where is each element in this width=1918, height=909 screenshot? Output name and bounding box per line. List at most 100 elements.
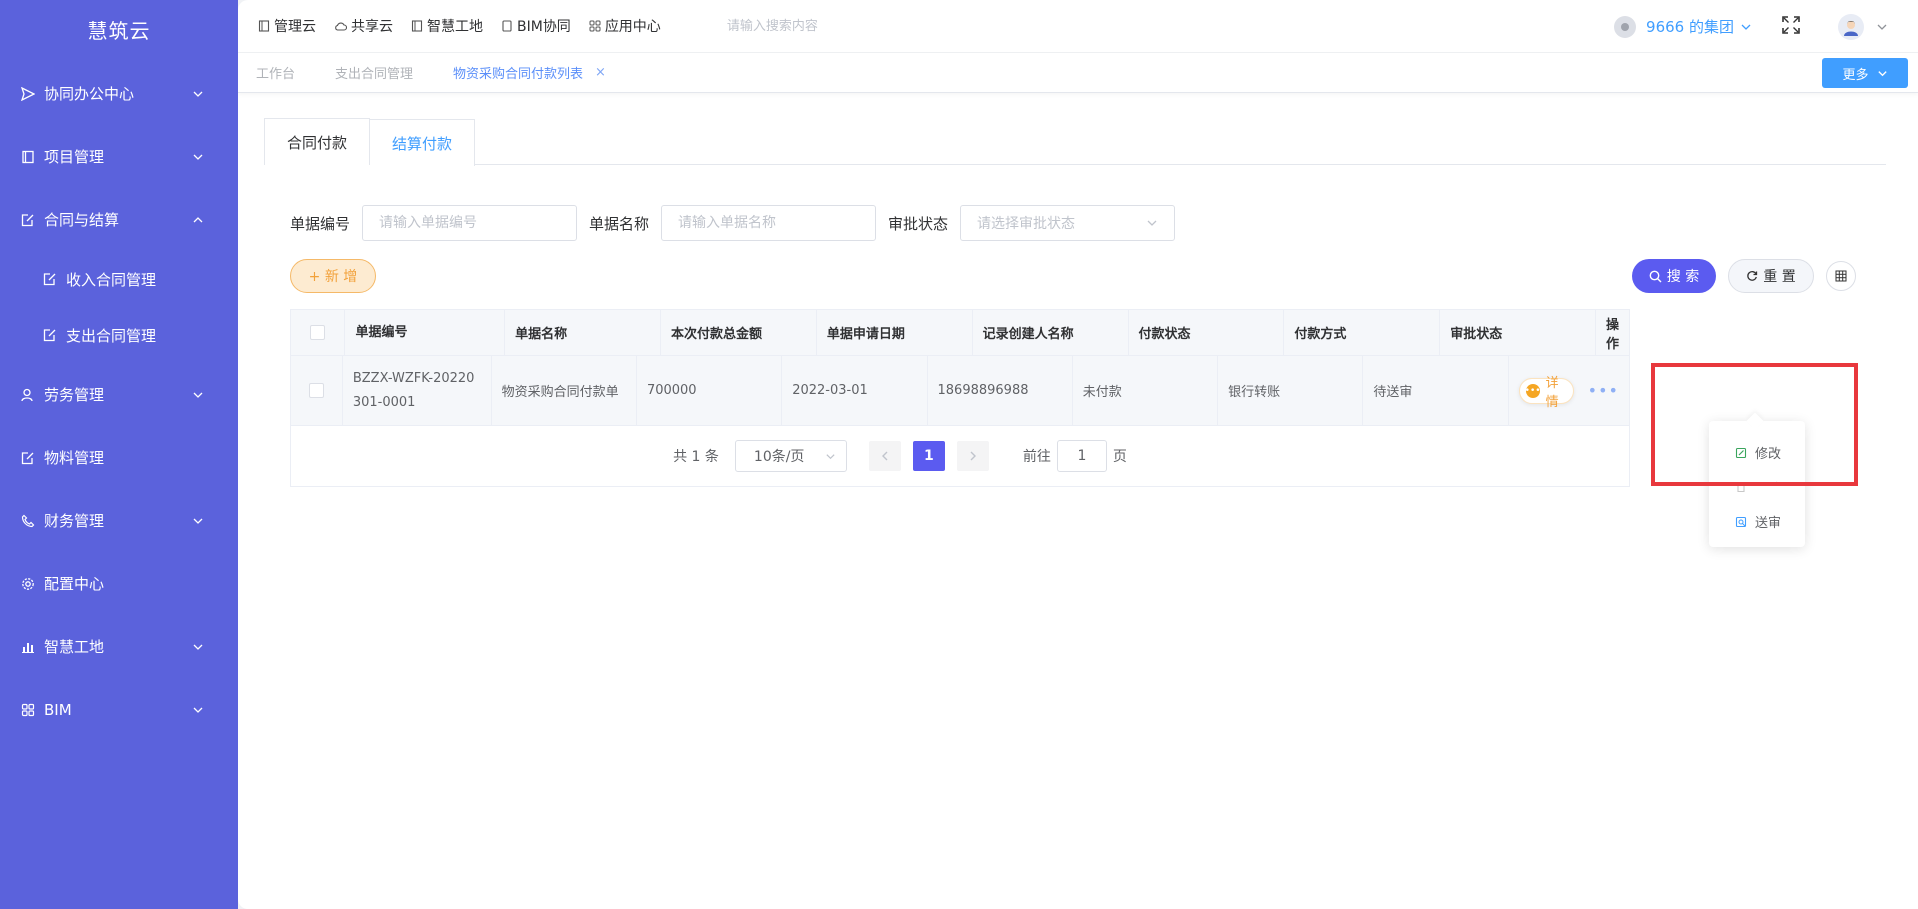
page-size-select[interactable]: 10条/页 [734, 440, 847, 472]
cell-doc-name: 物资采购合同付款单 [492, 356, 637, 425]
sidebar-item-label: 合同与结算 [44, 211, 120, 229]
cell-doc-no: BZZX-WZFK-20220301-0001 [343, 356, 492, 425]
header-cell: 付款状态 [1129, 310, 1285, 355]
sidebar-item-income-contract[interactable]: 收入合同管理 [0, 251, 238, 307]
tab-label: 支出合同管理 [335, 67, 414, 82]
more-actions-icon[interactable]: ••• [1588, 381, 1619, 400]
sidebar-item-expense-contract[interactable]: 支出合同管理 [0, 307, 238, 363]
org-name: 9666 的集团 [1646, 18, 1734, 36]
sidebar-item-config[interactable]: 配置中心 [0, 552, 238, 615]
sidebar-item-smart-site[interactable]: 智慧工地 [0, 615, 238, 678]
topnav-share-cloud[interactable]: 共享云 [334, 16, 393, 36]
payment-table: 单据编号 单据名称 本次付款总金额 单据申请日期 记录创建人名称 付款状态 付款… [290, 309, 1630, 487]
phone-icon [20, 513, 36, 529]
column-settings-button[interactable] [1826, 261, 1856, 291]
org-switcher[interactable]: 9666 的集团 [1614, 15, 1752, 38]
chevron-down-icon [193, 518, 203, 524]
header-cell: 单据名称 [505, 310, 661, 355]
sidebar-item-label: 支出合同管理 [66, 326, 157, 345]
topnav-management-cloud[interactable]: 管理云 [258, 16, 316, 36]
add-button[interactable]: + 新 增 [290, 259, 376, 293]
avatar[interactable] [1838, 13, 1864, 40]
tab-material-payment-list[interactable]: 物资采购合同付款列表 × [453, 63, 606, 82]
sidebar-item-project[interactable]: 项目管理 [0, 125, 238, 188]
fullscreen-icon[interactable] [1782, 15, 1800, 38]
sidebar-item-label: 协同办公中心 [44, 85, 135, 103]
doc-name-label: 单据名称 [589, 214, 650, 233]
topnav-smart-site[interactable]: 智慧工地 [411, 16, 483, 36]
header-checkbox-cell [291, 310, 346, 355]
sidebar-item-contract-settlement[interactable]: 合同与结算 [0, 188, 238, 251]
header-cell: 本次付款总金额 [661, 310, 817, 355]
search-button[interactable]: 搜 索 [1632, 259, 1716, 293]
select-all-checkbox[interactable] [310, 325, 326, 340]
page-tabs-bar: 工作台 支出合同管理 物资采购合同付款列表 × 更多 [238, 53, 1918, 93]
row-checkbox[interactable] [308, 383, 324, 398]
topnav-bim-collab[interactable]: BIM协同 [501, 16, 571, 36]
menu-item-label: 送审 [1755, 516, 1782, 531]
topnav-label: BIM协同 [517, 19, 571, 35]
menu-item-delete[interactable]: 删除 [1709, 470, 1805, 504]
global-search-input[interactable] [726, 11, 947, 41]
menu-item-label: 删除 [1755, 481, 1782, 497]
menu-item-submit[interactable]: 送审 [1709, 504, 1805, 539]
chevron-down-icon [826, 453, 835, 459]
sidebar-item-label: 财务管理 [44, 512, 105, 530]
topnav-label: 智慧工地 [427, 19, 483, 35]
doc-name-input[interactable] [661, 205, 877, 241]
book-icon [20, 149, 36, 165]
close-icon[interactable]: × [595, 65, 606, 80]
chevron-up-icon [193, 216, 203, 222]
more-button[interactable]: 更多 [1822, 58, 1908, 88]
detail-button[interactable]: ••• 详情 [1518, 376, 1574, 410]
cell-payment-status: 未付款 [1073, 356, 1219, 425]
tab-settlement-payment[interactable]: 结算付款 [370, 119, 476, 166]
goto-page-input[interactable] [1056, 440, 1107, 472]
chevron-down-icon[interactable] [1876, 21, 1888, 33]
search-icon [1649, 270, 1662, 282]
sidebar-item-label: 智慧工地 [44, 638, 105, 656]
more-label: 更多 [1842, 67, 1869, 83]
user-avatar-icon [1844, 20, 1858, 36]
page-number-current[interactable]: 1 [912, 441, 945, 471]
next-page-button[interactable] [956, 441, 989, 471]
topnav-label: 应用中心 [604, 19, 661, 35]
sidebar-item-finance[interactable]: 财务管理 [0, 489, 238, 552]
search-label: 搜 索 [1666, 269, 1700, 285]
cell-approval-status: 待送审 [1363, 356, 1509, 425]
chevron-down-icon [193, 707, 203, 713]
cell-amount: 700000 [637, 356, 783, 425]
tab-contract-payment[interactable]: 合同付款 [264, 118, 371, 165]
prev-page-button[interactable] [868, 441, 901, 471]
cell-operations: ••• 详情 ••• [1509, 356, 1629, 425]
approval-status-select[interactable]: 请选择审批状态 [960, 205, 1176, 241]
goto-prefix: 前往 [1022, 449, 1051, 465]
send-icon [20, 86, 36, 102]
chevron-down-icon [1147, 220, 1157, 226]
page-size-value: 10条/页 [753, 449, 805, 465]
gear-icon [20, 576, 36, 592]
content-tabs: 合同付款 结算付款 [264, 118, 1886, 166]
user-group-icon [20, 387, 36, 403]
row-checkbox-cell [291, 356, 343, 425]
sidebar-item-labor[interactable]: 劳务管理 [0, 363, 238, 426]
chevron-down-icon [1877, 70, 1887, 76]
row-actions-dropdown: 修改 删除 送审 [1709, 421, 1805, 547]
select-placeholder: 请选择审批状态 [977, 216, 1076, 232]
header-cell: 单据申请日期 [817, 310, 973, 355]
sidebar-item-bim[interactable]: BIM [0, 678, 238, 741]
reset-button[interactable]: 重 置 [1728, 259, 1814, 293]
doc-no-input[interactable] [362, 205, 578, 241]
table-row[interactable]: BZZX-WZFK-20220301-0001 物资采购合同付款单 700000… [291, 356, 1629, 426]
sidebar-item-collab-office[interactable]: 协同办公中心 [0, 62, 238, 125]
header-cell: 审批状态 [1440, 310, 1597, 355]
pagination-total: 共 1 条 [673, 449, 719, 465]
menu-item-edit[interactable]: 修改 [1709, 435, 1805, 470]
topnav-app-center[interactable]: 应用中心 [589, 16, 661, 36]
header-cell: 记录创建人名称 [973, 310, 1129, 355]
tab-expense-contract[interactable]: 支出合同管理 [335, 63, 413, 82]
tab-workbench[interactable]: 工作台 [256, 63, 295, 82]
bar-chart-icon [20, 639, 36, 655]
trash-icon [1737, 485, 1745, 493]
sidebar-item-materials[interactable]: 物料管理 [0, 426, 238, 489]
